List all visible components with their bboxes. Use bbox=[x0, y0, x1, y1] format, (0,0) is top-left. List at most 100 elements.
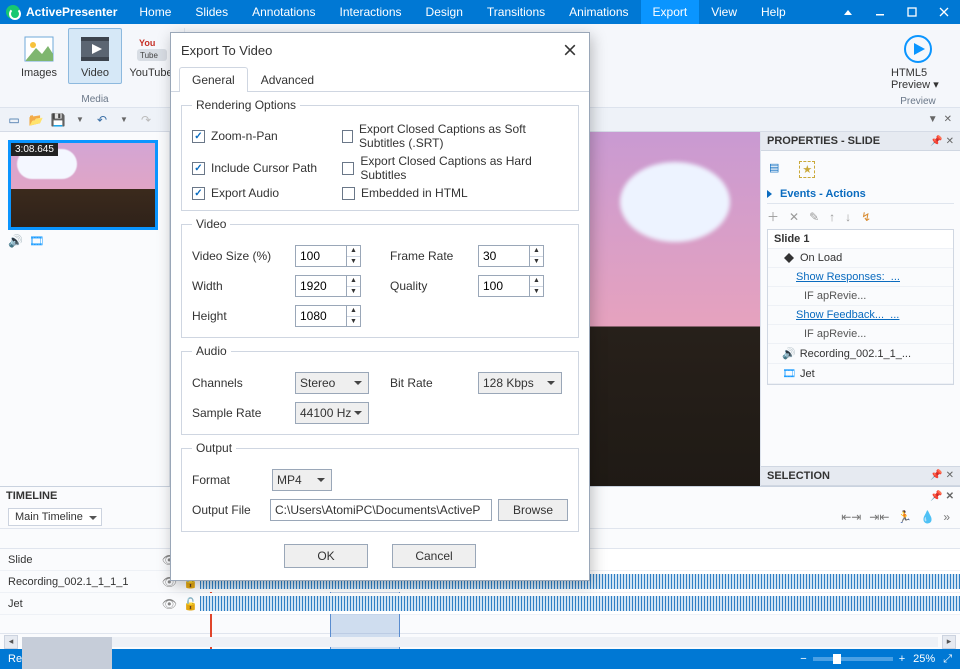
move-up-icon[interactable]: ↑ bbox=[829, 210, 835, 224]
menu-home[interactable]: Home bbox=[127, 0, 183, 24]
event-condition[interactable]: IF apRevie... bbox=[768, 325, 953, 344]
sound-icon: 🔊 bbox=[8, 234, 23, 248]
selection-pin-icon[interactable]: 📌 ✕ bbox=[930, 470, 954, 482]
dialog-title: Export To Video bbox=[181, 43, 272, 58]
cc-hard-checkbox[interactable]: Export Closed Captions as Hard Subtitles bbox=[342, 154, 568, 182]
redo-icon[interactable]: ↷ bbox=[138, 112, 154, 128]
event-onload-node[interactable]: On Load bbox=[768, 249, 953, 268]
sample-rate-select[interactable]: 44100 Hz bbox=[295, 402, 369, 424]
zoom-n-pan-checkbox[interactable]: ✓Zoom-n-Pan bbox=[192, 122, 322, 150]
format-select[interactable]: MP4 bbox=[272, 469, 332, 491]
play-icon bbox=[902, 33, 934, 65]
tl-tool-icon[interactable]: ⇥⇤ bbox=[869, 510, 889, 524]
menu-export[interactable]: Export bbox=[641, 0, 700, 24]
ribbon-collapse-icon[interactable] bbox=[832, 0, 864, 24]
tab-advanced[interactable]: Advanced bbox=[248, 67, 327, 92]
menu-annotations[interactable]: Annotations bbox=[240, 0, 327, 24]
tl-drop-icon[interactable]: 💧 bbox=[920, 510, 935, 524]
save-dropdown-icon[interactable]: ▼ bbox=[72, 112, 88, 128]
panel-close-icon[interactable]: ✕ bbox=[942, 114, 954, 125]
timeline-pin-icon[interactable]: 📌 ✕ bbox=[930, 491, 954, 502]
resource-item[interactable]: 🔊 Recording_002.1_1_... bbox=[768, 344, 953, 364]
tl-runner-icon[interactable]: 🏃 bbox=[897, 510, 912, 524]
embedded-html-checkbox[interactable]: Embedded in HTML bbox=[342, 186, 468, 200]
quality-input[interactable]: ▲▼ bbox=[478, 275, 544, 297]
properties-tab-icon[interactable]: ▤ bbox=[769, 161, 779, 178]
zoom-slider[interactable] bbox=[813, 657, 893, 661]
cancel-button[interactable]: Cancel bbox=[392, 544, 476, 568]
dialog-titlebar[interactable]: Export To Video bbox=[171, 33, 589, 67]
timeline-title: TIMELINE bbox=[6, 490, 57, 502]
tl-tool-icon[interactable]: ⇤⇥ bbox=[841, 510, 861, 524]
menu-help[interactable]: Help bbox=[749, 0, 798, 24]
channels-select[interactable]: Stereo bbox=[295, 372, 369, 394]
zoom-in-button[interactable]: + bbox=[899, 653, 905, 665]
export-audio-checkbox[interactable]: ✓Export Audio bbox=[192, 186, 322, 200]
event-condition[interactable]: IF apRevie... bbox=[768, 287, 953, 306]
menu-animations[interactable]: Animations bbox=[557, 0, 640, 24]
window-maximize-button[interactable] bbox=[896, 0, 928, 24]
event-action-link[interactable]: Show Responses: ... bbox=[768, 268, 953, 287]
frame-rate-input[interactable]: ▲▼ bbox=[478, 245, 544, 267]
ribbon-group-media-label: Media bbox=[81, 94, 108, 105]
bit-rate-select[interactable]: 128 Kbps bbox=[478, 372, 562, 394]
html5-preview-button[interactable]: HTML5 Preview ▾ bbox=[888, 28, 948, 96]
open-icon[interactable]: 📂 bbox=[28, 112, 44, 128]
tab-general[interactable]: General bbox=[179, 67, 248, 92]
lock-icon[interactable]: 🔓 bbox=[183, 597, 198, 611]
chevron-down-icon: ▾ bbox=[933, 79, 939, 91]
scroll-right-button[interactable]: ▸ bbox=[942, 635, 956, 649]
save-icon[interactable]: 💾 bbox=[50, 112, 66, 128]
menu-design[interactable]: Design bbox=[414, 0, 475, 24]
move-down-icon[interactable]: ↓ bbox=[845, 210, 851, 224]
tl-more-icon[interactable]: » bbox=[943, 510, 950, 524]
window-close-button[interactable] bbox=[928, 0, 960, 24]
menu-interactions[interactable]: Interactions bbox=[327, 0, 413, 24]
event-action-link[interactable]: Show Feedback... ... bbox=[768, 306, 953, 325]
fit-icon[interactable]: ⤢ bbox=[943, 653, 952, 666]
selection-panel-header: SELECTION 📌 ✕ bbox=[761, 466, 960, 486]
video-height-input[interactable]: ▲▼ bbox=[295, 305, 361, 327]
slide-thumbnail[interactable]: 3:08.645 bbox=[8, 140, 158, 230]
scroll-left-button[interactable]: ◂ bbox=[4, 635, 18, 649]
cursor-path-checkbox[interactable]: ✓Include Cursor Path bbox=[192, 154, 322, 182]
window-minimize-button[interactable] bbox=[864, 0, 896, 24]
ok-button[interactable]: OK bbox=[284, 544, 368, 568]
cc-soft-checkbox[interactable]: Export Closed Captions as Soft Subtitles… bbox=[342, 122, 568, 150]
eye-icon[interactable]: 👁 bbox=[162, 597, 177, 611]
output-file-input[interactable]: C:\Users\AtomiPC\Documents\ActiveP bbox=[270, 499, 492, 521]
panel-dropdown-icon[interactable]: ▼ bbox=[926, 114, 940, 125]
video-button[interactable]: Video bbox=[68, 28, 122, 84]
delete-event-icon[interactable]: ✕ bbox=[789, 210, 799, 224]
timeline-selector[interactable]: Main Timeline bbox=[8, 508, 102, 526]
star-tab-icon[interactable]: ★ bbox=[799, 161, 815, 178]
menu-transitions[interactable]: Transitions bbox=[475, 0, 557, 24]
timeline-scrollbar[interactable]: ◂ ▸ bbox=[0, 633, 960, 649]
events-actions-header[interactable]: Events - Actions bbox=[767, 188, 954, 204]
dialog-tabs: General Advanced bbox=[171, 67, 589, 92]
undo-icon[interactable]: ↶ bbox=[94, 112, 110, 128]
menu-slides[interactable]: Slides bbox=[183, 0, 240, 24]
youtube-icon: YouTube bbox=[135, 33, 167, 65]
event-slide-node[interactable]: Slide 1 bbox=[768, 230, 953, 249]
flash-icon[interactable]: ↯ bbox=[861, 210, 871, 224]
add-event-icon[interactable]: ＋ bbox=[767, 208, 779, 225]
panel-pin-icon[interactable]: 📌 ✕ bbox=[930, 136, 954, 147]
events-toolbar: ＋ ✕ ✎ ↑ ↓ ↯ bbox=[767, 208, 954, 225]
edit-event-icon[interactable]: ✎ bbox=[809, 210, 819, 224]
zoom-out-button[interactable]: − bbox=[800, 653, 806, 665]
app-logo-icon bbox=[6, 5, 20, 19]
video-size-input[interactable]: ▲▼ bbox=[295, 245, 361, 267]
scroll-thumb[interactable] bbox=[22, 637, 112, 669]
undo-dropdown-icon[interactable]: ▼ bbox=[116, 112, 132, 128]
video-width-input[interactable]: ▲▼ bbox=[295, 275, 361, 297]
browse-button[interactable]: Browse bbox=[498, 499, 568, 521]
zoom-value: 25% bbox=[913, 653, 935, 665]
resource-item[interactable]: 🎞 Jet bbox=[768, 364, 953, 384]
timeline-row[interactable]: Jet 👁🔓 bbox=[0, 593, 960, 615]
new-icon[interactable]: ▭ bbox=[6, 112, 22, 128]
dialog-close-button[interactable] bbox=[561, 41, 579, 59]
images-button[interactable]: Images bbox=[12, 28, 66, 84]
menu-view[interactable]: View bbox=[699, 0, 749, 24]
output-group: Output Format MP4 Output File C:\Users\A… bbox=[181, 441, 579, 532]
